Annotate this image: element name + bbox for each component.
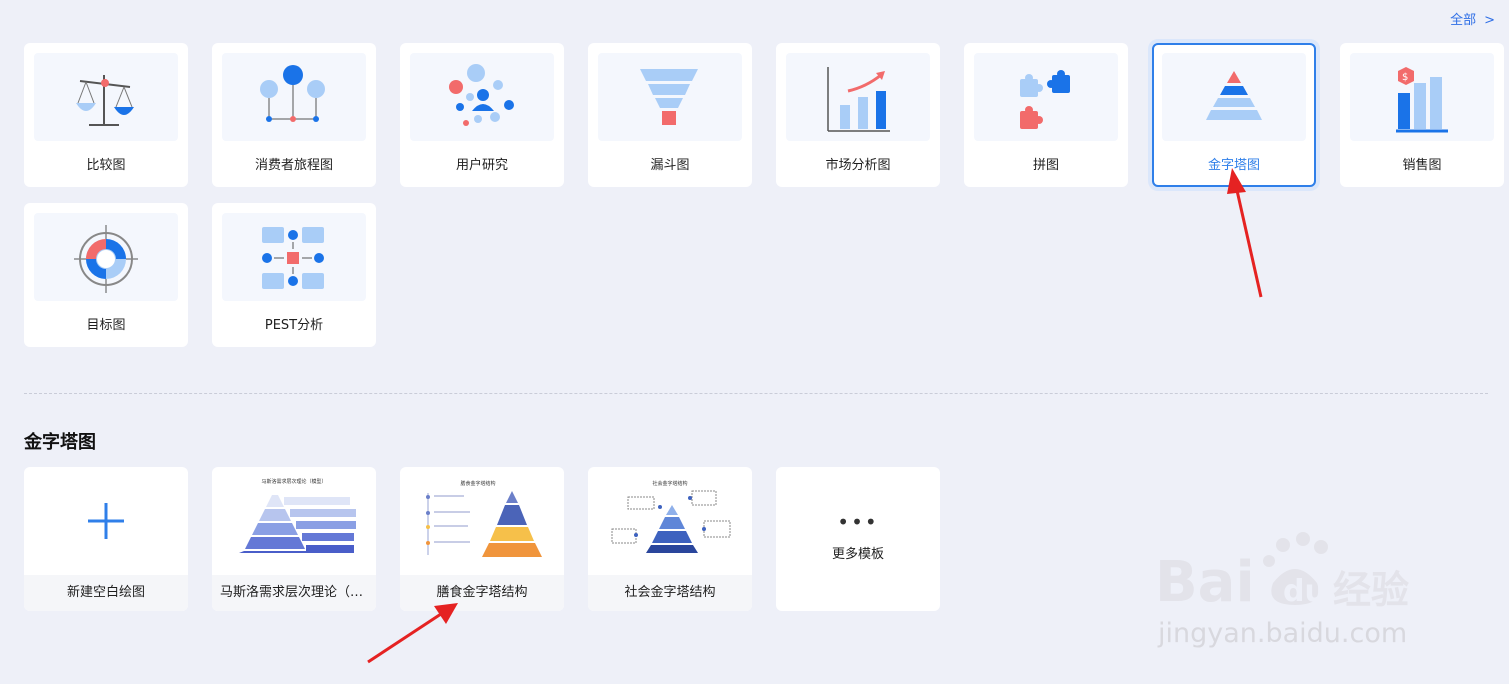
watermark-url: jingyan.baidu.com xyxy=(1158,618,1408,649)
svg-text:du: du xyxy=(1283,574,1326,609)
arrow-annotation xyxy=(1227,168,1263,298)
svg-text:Bai: Bai xyxy=(1155,550,1255,615)
baidu-watermark: Bai du 经验 xyxy=(1155,525,1425,624)
svg-text:经验: 经验 xyxy=(1333,568,1409,612)
arrow-annotation xyxy=(367,603,458,664)
baidu-logo: Bai du 经验 xyxy=(1155,532,1409,615)
